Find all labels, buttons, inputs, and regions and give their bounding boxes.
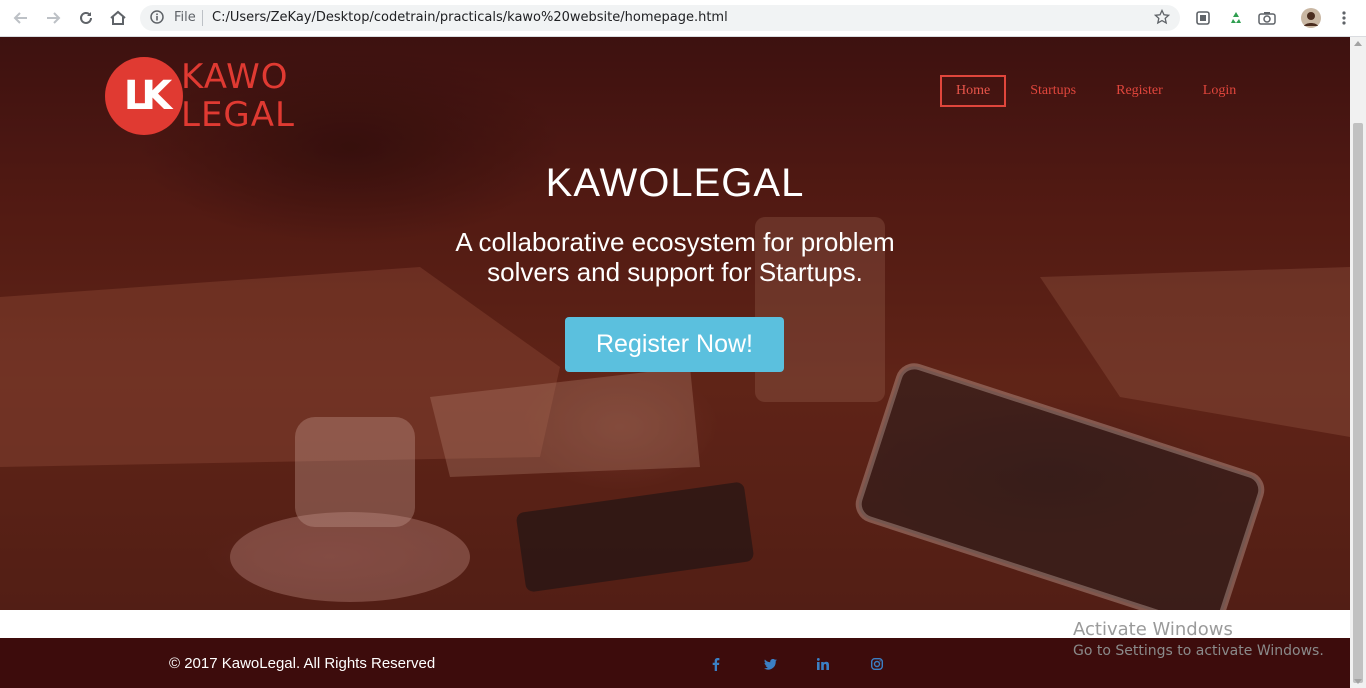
scroll-up-icon[interactable] xyxy=(1354,41,1362,46)
hero-subtitle: A collaborative ecosystem for problem so… xyxy=(455,227,895,287)
star-icon[interactable] xyxy=(1153,8,1171,30)
home-icon[interactable] xyxy=(107,7,129,29)
instagram-icon[interactable] xyxy=(870,657,884,671)
linkedin-icon[interactable] xyxy=(816,657,830,671)
activate-windows-subtitle: Go to Settings to activate Windows. xyxy=(1073,643,1324,659)
address-bar[interactable]: File C:/Users/ZeKay/Desktop/codetrain/pr… xyxy=(140,5,1180,31)
nav-home[interactable]: Home xyxy=(940,75,1007,107)
nav-startups[interactable]: Startups xyxy=(1030,83,1076,99)
register-now-button[interactable]: Register Now! xyxy=(565,317,784,372)
hero-title: KAWOLEGAL xyxy=(545,161,805,205)
main-nav: Home Startups Register Login xyxy=(940,75,1276,107)
file-label: File xyxy=(174,10,196,25)
scroll-thumb[interactable] xyxy=(1353,123,1363,683)
facebook-icon[interactable] xyxy=(709,657,723,671)
profile-avatar[interactable] xyxy=(1301,8,1321,28)
browser-toolbar: File C:/Users/ZeKay/Desktop/codetrain/pr… xyxy=(0,0,1366,37)
back-icon[interactable] xyxy=(10,7,32,29)
nav-login[interactable]: Login xyxy=(1203,83,1236,99)
nav-register[interactable]: Register xyxy=(1116,83,1163,99)
url-text[interactable]: C:/Users/ZeKay/Desktop/codetrain/practic… xyxy=(212,10,728,25)
camera-icon[interactable] xyxy=(1257,8,1277,28)
info-icon[interactable] xyxy=(150,10,164,29)
divider xyxy=(202,10,203,26)
menu-dots-icon[interactable] xyxy=(1334,8,1354,28)
scroll-down-icon[interactable] xyxy=(1354,679,1362,684)
logo-word-legal: LEGAL xyxy=(181,95,295,135)
hero-section: LK KAWO LEGAL Home Startups Register Log… xyxy=(0,37,1350,610)
forward-icon[interactable] xyxy=(42,7,64,29)
logo-circle-icon: LK xyxy=(105,57,183,135)
activate-windows-title: Activate Windows xyxy=(1073,619,1233,640)
cast-icon[interactable] xyxy=(1193,8,1213,28)
logo-mark: LK xyxy=(123,73,173,119)
logo-word-kawo: KAWO xyxy=(181,57,289,97)
recycle-icon[interactable] xyxy=(1226,8,1246,28)
page-scrollbar[interactable] xyxy=(1350,37,1366,688)
brand-logo[interactable]: LK KAWO LEGAL xyxy=(105,57,305,135)
twitter-icon[interactable] xyxy=(763,657,777,671)
reload-icon[interactable] xyxy=(75,7,97,29)
copyright-text: © 2017 KawoLegal. All Rights Reserved xyxy=(169,655,436,672)
